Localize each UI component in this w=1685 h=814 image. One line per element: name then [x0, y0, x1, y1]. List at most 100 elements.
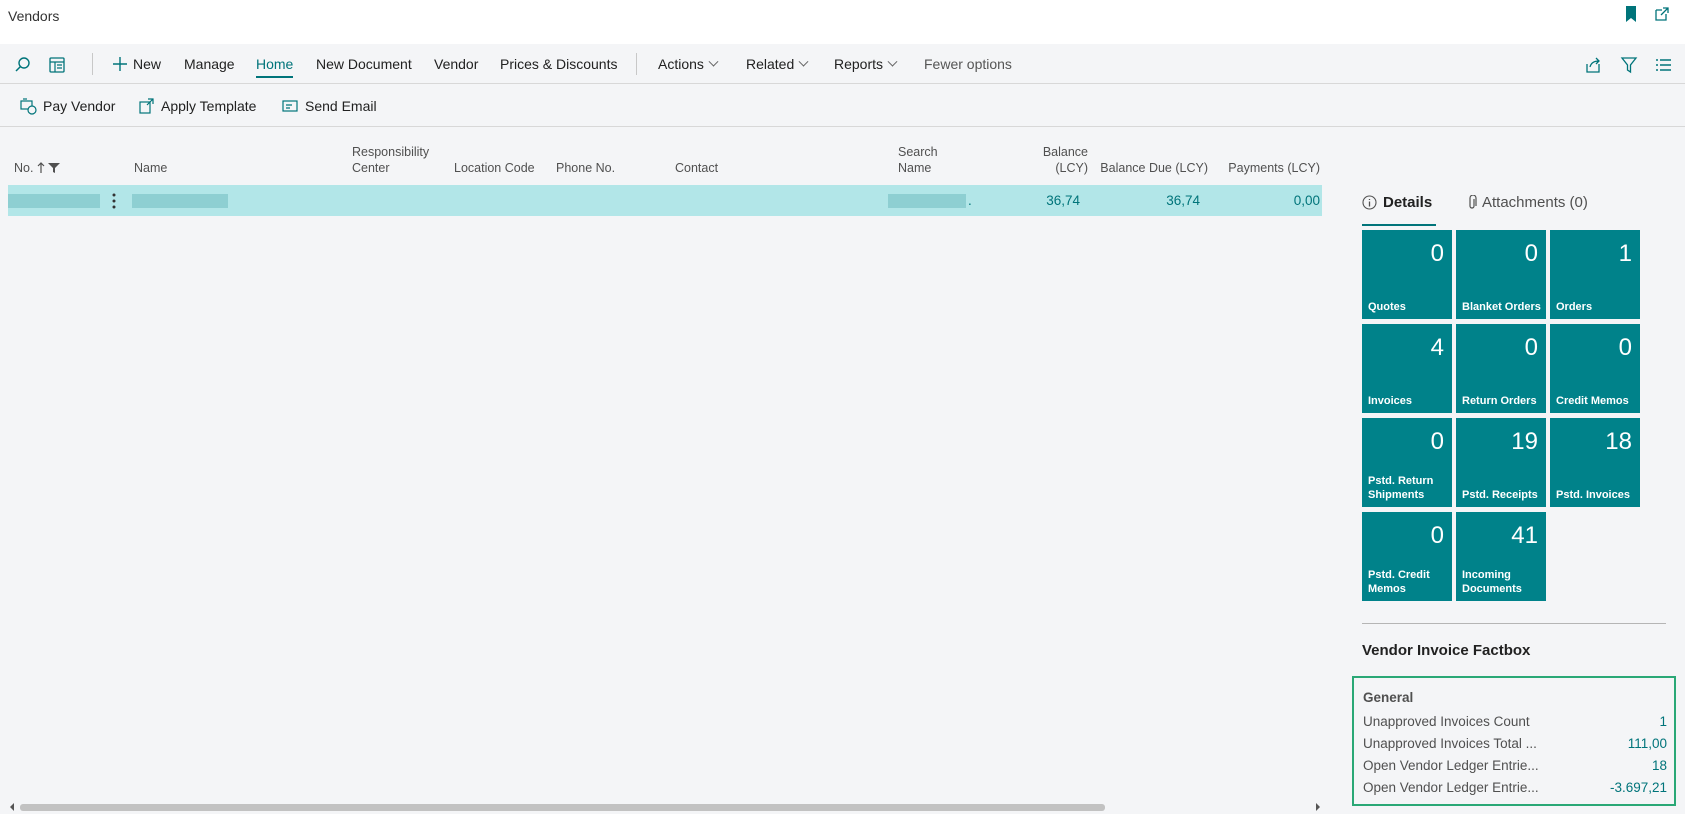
factbox-row: Unapproved Invoices Total ... 111,00: [1363, 736, 1667, 756]
chevron-down-icon: [887, 56, 898, 67]
factbox-row-value[interactable]: 18: [1652, 758, 1667, 773]
details-label: Details: [1383, 194, 1433, 211]
column-header-responsibility-center[interactable]: Responsibility Center: [352, 144, 429, 176]
reports-label: Reports: [834, 56, 884, 72]
column-header-payments[interactable]: Payments (LCY): [1218, 160, 1320, 176]
new-document-menu[interactable]: New Document: [316, 44, 412, 84]
tile-quotes[interactable]: 0 Quotes: [1362, 230, 1452, 319]
paperclip-icon: [1469, 194, 1477, 209]
tile-count: 1: [1618, 240, 1632, 267]
column-header-search-name[interactable]: Search Name: [898, 144, 938, 176]
tab-details[interactable]: Details: [1362, 194, 1432, 211]
redacted-vendor-name[interactable]: [132, 194, 228, 208]
pay-vendor-button[interactable]: Pay Vendor: [20, 85, 115, 127]
send-email-button[interactable]: Send Email: [282, 85, 377, 127]
tile-label: Invoices: [1368, 395, 1413, 407]
share-icon[interactable]: [1584, 56, 1602, 74]
search-icon[interactable]: [14, 56, 32, 74]
factbox-row-value[interactable]: -3.697,21: [1610, 780, 1667, 795]
tile-label: Pstd. Receipts: [1462, 489, 1538, 501]
separator: [636, 53, 637, 75]
pay-vendor-label: Pay Vendor: [43, 98, 116, 114]
factbox-row-key: Open Vendor Ledger Entrie...: [1363, 780, 1539, 795]
scrollbar-thumb[interactable]: [20, 804, 1105, 811]
tile-label: Blanket Orders: [1462, 301, 1541, 313]
new-button[interactable]: New: [112, 44, 161, 84]
actions-label: Actions: [658, 56, 704, 72]
email-icon: [282, 99, 298, 112]
actions-menu[interactable]: Actions: [658, 44, 719, 84]
template-icon: [139, 97, 154, 114]
tile-label: Pstd. Return Shipments: [1368, 475, 1434, 501]
tab-attachments[interactable]: Attachments (0): [1466, 194, 1588, 211]
row-menu-icon[interactable]: [112, 193, 116, 209]
list-view-icon[interactable]: [1654, 56, 1672, 74]
column-header-location-code[interactable]: Location Code: [454, 160, 535, 176]
factbox-row: Open Vendor Ledger Entrie... 18: [1363, 758, 1667, 778]
tile-pstd-receipts[interactable]: 19 Pstd. Receipts: [1456, 418, 1546, 507]
payments-cell: 0,00: [1293, 193, 1320, 208]
bookmark-icon[interactable]: [1625, 6, 1637, 22]
column-header-name[interactable]: Name: [134, 160, 167, 176]
search-name-suffix: .: [968, 193, 972, 208]
table-row[interactable]: . 36,74 36,74 0,00: [8, 185, 1322, 216]
attachments-label: Attachments (0): [1482, 194, 1588, 211]
tile-label: Pstd. Credit Memos: [1368, 569, 1430, 595]
tile-return-orders[interactable]: 0 Return Orders: [1456, 324, 1546, 413]
grid-header: No. Name Responsibility Center Location …: [8, 128, 1322, 184]
factbox-row-key: Open Vendor Ledger Entrie...: [1363, 758, 1539, 773]
column-header-no[interactable]: No.: [14, 160, 61, 176]
tile-pstd-invoices[interactable]: 18 Pstd. Invoices: [1550, 418, 1640, 507]
redacted-vendor-no[interactable]: [8, 194, 100, 208]
factbox-row-value[interactable]: 1: [1659, 714, 1667, 729]
scroll-right-icon[interactable]: [1314, 802, 1322, 812]
factbox-row-value[interactable]: 111,00: [1628, 736, 1667, 751]
apply-template-button[interactable]: Apply Template: [138, 85, 256, 127]
layout-icon[interactable]: [48, 56, 66, 74]
tile-count: 0: [1618, 334, 1632, 361]
tile-label: Incoming Documents: [1462, 569, 1522, 595]
horizontal-scrollbar[interactable]: [8, 802, 1322, 812]
factbox-row: Unapproved Invoices Count 1: [1363, 714, 1667, 734]
vendor-menu[interactable]: Vendor: [434, 44, 478, 84]
tile-count: 0: [1524, 334, 1538, 361]
tile-count: 0: [1430, 522, 1444, 549]
invoice-factbox-title: Vendor Invoice Factbox: [1362, 642, 1531, 659]
tile-count: 0: [1524, 240, 1538, 267]
chevron-down-icon: [708, 56, 719, 67]
vendor-list: No. Name Responsibility Center Location …: [8, 128, 1322, 808]
column-header-contact[interactable]: Contact: [675, 160, 718, 176]
popout-icon[interactable]: [1654, 6, 1670, 22]
tile-count: 4: [1430, 334, 1444, 361]
tile-pstd-credit-memos[interactable]: 0 Pstd. Credit Memos: [1362, 512, 1452, 601]
resp-header-line2: Center: [352, 161, 390, 175]
tile-blanket-orders[interactable]: 0 Blanket Orders: [1456, 230, 1546, 319]
tile-invoices[interactable]: 4 Invoices: [1362, 324, 1452, 413]
scroll-left-icon[interactable]: [8, 802, 16, 812]
tile-orders[interactable]: 1 Orders: [1550, 230, 1640, 319]
tile-incoming-documents[interactable]: 41 Incoming Documents: [1456, 512, 1546, 601]
reports-menu[interactable]: Reports: [834, 44, 898, 84]
tile-count: 41: [1511, 522, 1538, 549]
action-bar: New Manage Home New Document Vendor Pric…: [0, 44, 1685, 84]
fewer-options-button[interactable]: Fewer options: [924, 44, 1012, 84]
column-header-phone[interactable]: Phone No.: [556, 160, 615, 176]
factbox-row: Open Vendor Ledger Entrie... -3.697,21: [1363, 780, 1667, 800]
filter-icon[interactable]: [1620, 56, 1638, 74]
tile-count: 0: [1430, 240, 1444, 267]
chevron-down-icon: [798, 56, 809, 67]
manage-menu[interactable]: Manage: [184, 44, 235, 84]
search-header-line2: Name: [898, 161, 932, 175]
general-section-label: General: [1363, 690, 1414, 705]
prices-discounts-menu[interactable]: Prices & Discounts: [500, 44, 617, 84]
tile-label: Credit Memos: [1556, 395, 1629, 407]
column-header-balance-due[interactable]: Balance Due (LCY): [1098, 160, 1208, 176]
no-header-label: No.: [14, 161, 34, 175]
balance-due-cell[interactable]: 36,74: [1098, 185, 1200, 216]
tile-credit-memos[interactable]: 0 Credit Memos: [1550, 324, 1640, 413]
tab-home[interactable]: Home: [256, 44, 294, 84]
related-menu[interactable]: Related: [746, 44, 809, 84]
column-header-balance[interactable]: Balance (LCY): [1008, 144, 1088, 176]
tile-pstd-return-shipments[interactable]: 0 Pstd. Return Shipments: [1362, 418, 1452, 507]
balance-cell[interactable]: 36,74: [1008, 185, 1080, 216]
